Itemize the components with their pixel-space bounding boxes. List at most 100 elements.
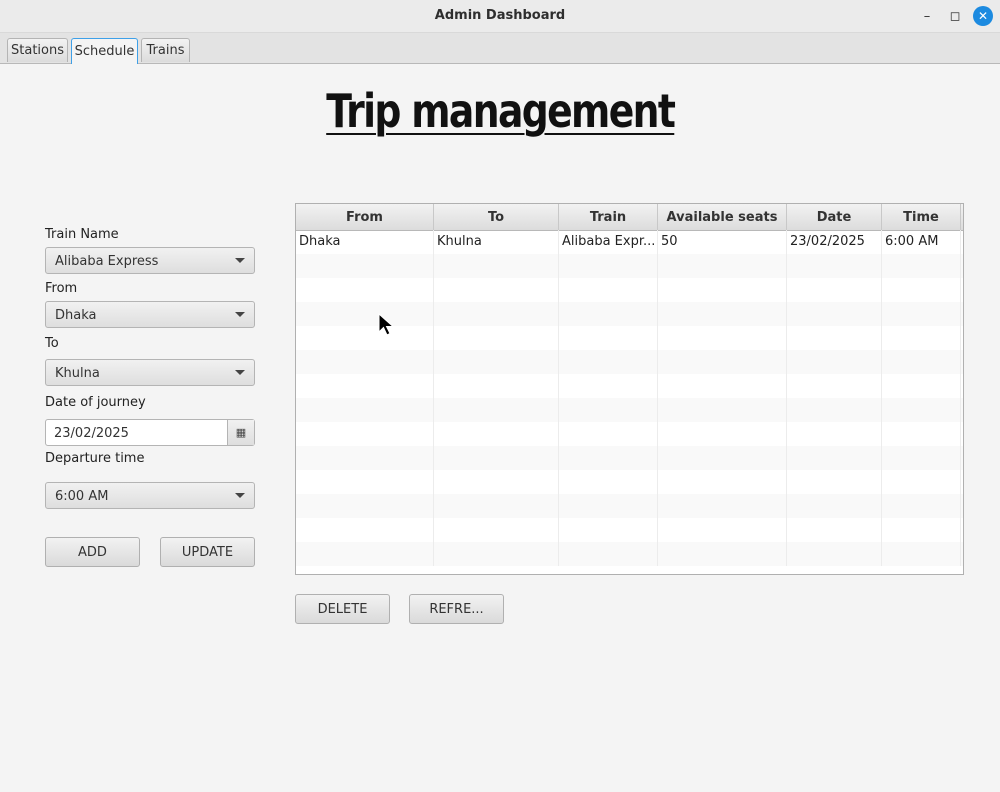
column-header-time[interactable]: Time — [882, 204, 961, 230]
table-cell — [658, 470, 787, 494]
table-cell — [787, 278, 882, 302]
maximize-icon[interactable]: ◻ — [945, 6, 965, 26]
close-icon[interactable]: ✕ — [973, 6, 993, 26]
add-button[interactable]: ADD — [45, 537, 140, 567]
train-name-label: Train Name — [45, 227, 119, 242]
table-cell — [559, 422, 658, 446]
column-header-to[interactable]: To — [434, 204, 559, 230]
table-cell — [559, 302, 658, 326]
table-cell — [787, 326, 882, 350]
table-cell — [882, 254, 961, 278]
table-cell — [787, 542, 882, 566]
table-cell — [787, 470, 882, 494]
column-header-date[interactable]: Date — [787, 204, 882, 230]
table-cell — [296, 518, 434, 542]
delete-button[interactable]: DELETE — [295, 594, 390, 624]
table-row[interactable] — [296, 326, 963, 350]
table-cell — [882, 446, 961, 470]
table-cell — [658, 374, 787, 398]
table-cell — [434, 470, 559, 494]
table-cell — [434, 254, 559, 278]
table-cell — [658, 278, 787, 302]
table-cell: 50 — [658, 230, 787, 254]
table-cell — [787, 254, 882, 278]
table-cell — [787, 374, 882, 398]
table-row[interactable] — [296, 494, 963, 518]
to-value: Khulna — [55, 366, 100, 381]
minimize-icon[interactable]: – — [917, 6, 937, 26]
table-cell — [296, 494, 434, 518]
table-cell — [787, 422, 882, 446]
from-label: From — [45, 281, 78, 296]
table-row[interactable] — [296, 470, 963, 494]
refresh-button[interactable]: REFRE... — [409, 594, 504, 624]
calendar-icon[interactable]: ▦ — [227, 420, 254, 445]
table-row[interactable] — [296, 374, 963, 398]
table-cell — [559, 374, 658, 398]
column-header-from[interactable]: From — [296, 204, 434, 230]
departure-time-value: 6:00 AM — [55, 489, 109, 504]
tab-stations[interactable]: Stations — [7, 38, 68, 62]
table-row[interactable] — [296, 446, 963, 470]
table-cell — [882, 398, 961, 422]
table-cell — [658, 398, 787, 422]
table-cell — [882, 278, 961, 302]
trips-table[interactable]: From To Train Available seats Date Time … — [295, 203, 964, 575]
tab-trains[interactable]: Trains — [141, 38, 190, 62]
table-row[interactable] — [296, 422, 963, 446]
table-row[interactable] — [296, 542, 963, 566]
table-cell — [559, 470, 658, 494]
table-cell — [434, 350, 559, 374]
date-label: Date of journey — [45, 395, 146, 410]
table-cell — [434, 398, 559, 422]
table-row[interactable] — [296, 302, 963, 326]
table-row[interactable] — [296, 398, 963, 422]
column-header-available-seats[interactable]: Available seats — [658, 204, 787, 230]
table-cell — [559, 542, 658, 566]
table-cell: Alibaba Expr... — [559, 230, 658, 254]
table-cell — [787, 518, 882, 542]
table-cell — [882, 542, 961, 566]
table-cell — [296, 470, 434, 494]
table-cell — [296, 326, 434, 350]
table-cell — [787, 350, 882, 374]
table-cell — [434, 542, 559, 566]
window-title: Admin Dashboard — [434, 8, 566, 23]
table-cell — [296, 446, 434, 470]
table-cell — [296, 254, 434, 278]
tab-schedule[interactable]: Schedule — [71, 38, 138, 64]
table-cell — [434, 278, 559, 302]
from-select[interactable]: Dhaka — [45, 301, 255, 328]
title-bar: Admin Dashboard – ◻ ✕ — [0, 0, 1000, 33]
table-cell — [434, 518, 559, 542]
table-cell — [658, 446, 787, 470]
date-picker[interactable]: 23/02/2025 ▦ — [45, 419, 255, 446]
table-cell — [882, 302, 961, 326]
table-row[interactable] — [296, 278, 963, 302]
table-cell — [787, 494, 882, 518]
column-header-train[interactable]: Train — [559, 204, 658, 230]
page-heading: Trip management — [0, 84, 1000, 138]
table-row[interactable] — [296, 254, 963, 278]
table-cell — [434, 374, 559, 398]
train-name-select[interactable]: Alibaba Express — [45, 247, 255, 274]
table-cell: Dhaka — [296, 230, 434, 254]
table-cell — [434, 494, 559, 518]
update-button[interactable]: UPDATE — [160, 537, 255, 567]
mouse-pointer-icon — [378, 313, 395, 336]
to-select[interactable]: Khulna — [45, 359, 255, 386]
table-cell — [434, 422, 559, 446]
table-header: From To Train Available seats Date Time — [296, 204, 963, 231]
table-row[interactable]: Dhaka Khulna Alibaba Expr... 50 23/02/2025 6:… — [296, 230, 963, 254]
table-row[interactable] — [296, 350, 963, 374]
table-row[interactable] — [296, 518, 963, 542]
table-cell — [559, 326, 658, 350]
table-cell — [882, 470, 961, 494]
table-cell — [296, 542, 434, 566]
table-cell: 6:00 AM — [882, 230, 961, 254]
date-input[interactable]: 23/02/2025 — [54, 426, 129, 441]
table-cell — [559, 494, 658, 518]
page-title: Trip management — [325, 84, 676, 138]
tab-bar: Stations Schedule Trains — [0, 33, 1000, 64]
departure-time-select[interactable]: 6:00 AM — [45, 482, 255, 509]
